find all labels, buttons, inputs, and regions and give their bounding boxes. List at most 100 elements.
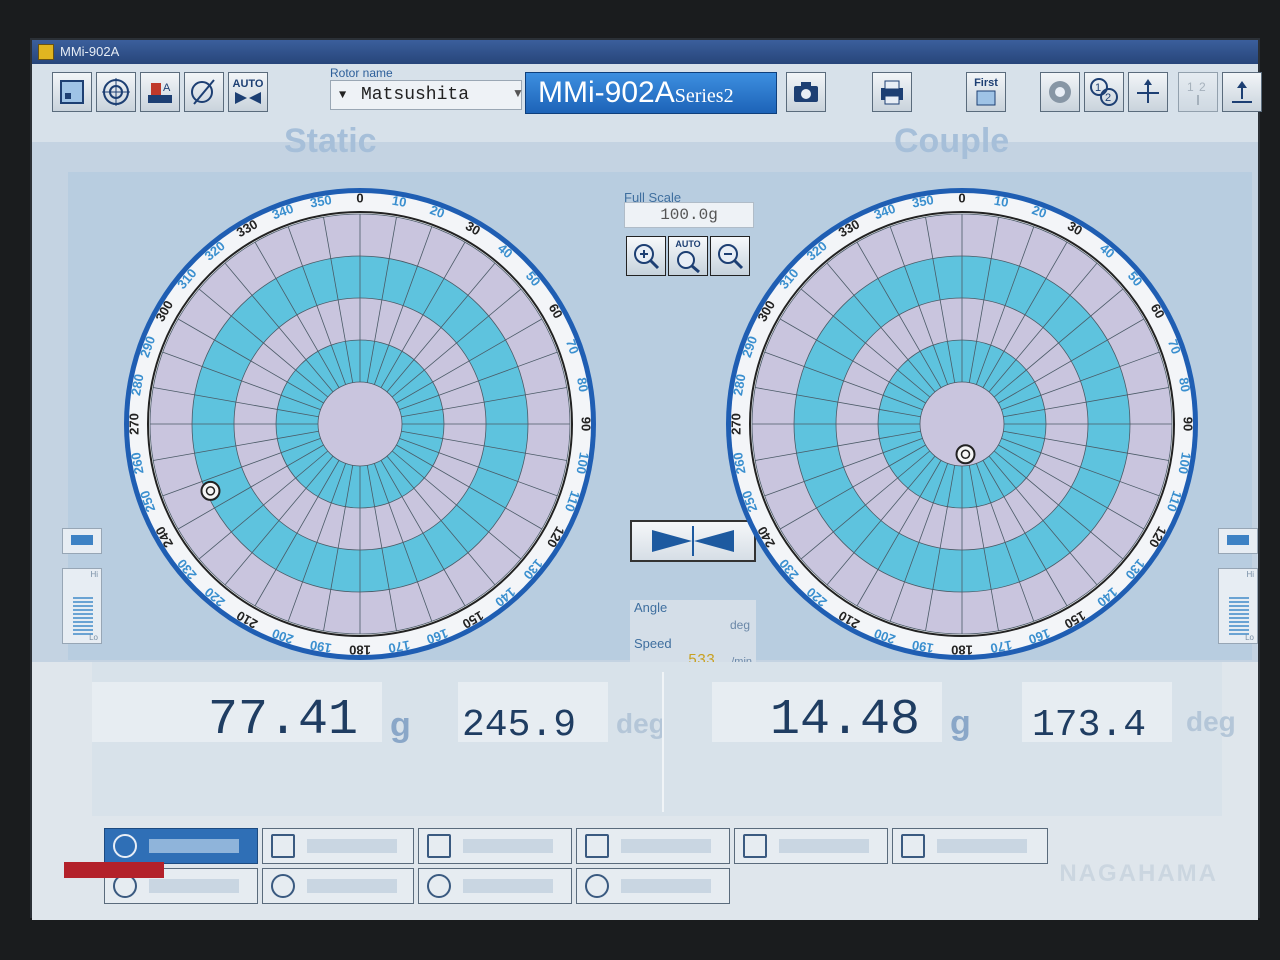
couple-level-meter: Hi Lo bbox=[1218, 528, 1258, 648]
upload-icon bbox=[1232, 81, 1252, 103]
svg-text:A: A bbox=[163, 82, 171, 94]
zoom-auto-button[interactable]: AUTO bbox=[668, 236, 708, 276]
zoom-in-button[interactable] bbox=[626, 236, 666, 276]
statistics-button[interactable] bbox=[418, 828, 572, 864]
two-plane-disabled-button[interactable]: 12 bbox=[1178, 72, 1218, 112]
toolbar: A AUTO Rotor name ▼ Matsushita ▼ MMi-902… bbox=[32, 64, 1262, 142]
couple-angle-value: 173.4 bbox=[1032, 704, 1147, 747]
title-bar: MMi-902A bbox=[32, 40, 1258, 64]
dial-panel: Hi Lo 0 10 20 30 40 50 60 70 80 90 100 110 120 130 140 1… bbox=[62, 172, 1258, 672]
two-plane-button[interactable]: 12 bbox=[1084, 72, 1124, 112]
static-tick-label: 80 bbox=[574, 376, 591, 393]
status-button[interactable] bbox=[576, 828, 730, 864]
static-meter-bar: Hi Lo bbox=[62, 568, 102, 644]
axis-button[interactable] bbox=[1128, 72, 1168, 112]
statistics-label bbox=[463, 839, 553, 853]
couple-tick-label: 90 bbox=[1181, 417, 1196, 431]
settings-button[interactable] bbox=[1040, 72, 1080, 112]
couple-tick-label: 0 bbox=[958, 190, 965, 205]
results-panel: 77.41 g 245.9 deg 14.48 g 173.4 deg bbox=[92, 662, 1236, 816]
machine-button[interactable]: A bbox=[140, 72, 180, 112]
first-button[interactable]: First bbox=[966, 72, 1006, 112]
couple-tick-label: 80 bbox=[1176, 376, 1193, 393]
target-icon bbox=[427, 874, 451, 898]
upload-button[interactable] bbox=[1222, 72, 1262, 112]
window-title: MMi-902A bbox=[60, 44, 120, 59]
machine-icon: A bbox=[148, 82, 172, 103]
zero-adjust-label bbox=[621, 879, 711, 893]
couple-tick-label: 180 bbox=[951, 643, 973, 658]
plane-12-disabled-icon: 12 bbox=[1187, 80, 1206, 105]
brand-logo: NAGAHAMA bbox=[1059, 860, 1218, 887]
axis-icon bbox=[1137, 79, 1159, 103]
measure-run-label bbox=[149, 879, 239, 893]
monitor-key-icon bbox=[901, 834, 925, 858]
phase-button[interactable] bbox=[184, 72, 224, 112]
couple-unbalance-marker bbox=[955, 444, 976, 465]
couple-meter-indicator bbox=[1218, 528, 1258, 554]
static-angle-box: 245.9 deg bbox=[458, 682, 666, 747]
static-title: Static bbox=[284, 122, 377, 160]
machine-settings-button[interactable] bbox=[734, 828, 888, 864]
first-icon bbox=[976, 90, 996, 105]
auto-icon bbox=[235, 91, 261, 104]
auto-button[interactable]: AUTO bbox=[228, 72, 268, 112]
camera-icon bbox=[794, 82, 818, 102]
zoom-in-icon bbox=[634, 244, 660, 270]
chart-icon bbox=[427, 834, 451, 858]
rotor-icon bbox=[271, 834, 295, 858]
svg-text:2: 2 bbox=[1199, 80, 1206, 94]
app-icon bbox=[38, 44, 54, 60]
application-window: MMi-902A A AUTO Rotor name ▼ Matsushita … bbox=[30, 38, 1262, 920]
static-angle-unit: deg bbox=[616, 708, 666, 739]
rotor-name-value: Matsushita bbox=[361, 85, 470, 105]
red-label-tag bbox=[64, 862, 164, 878]
target-icon bbox=[271, 874, 295, 898]
static-tick-label: 180 bbox=[349, 643, 371, 658]
magnifier-icon bbox=[585, 834, 609, 858]
couple-tick-label: 270 bbox=[728, 413, 743, 435]
static-amount-unit: g bbox=[390, 706, 411, 744]
zero-adjust-button[interactable] bbox=[576, 868, 730, 904]
first-label: First bbox=[974, 76, 998, 89]
rotor-name-label: Rotor name bbox=[330, 66, 393, 80]
svg-text:1: 1 bbox=[1187, 80, 1194, 94]
results-divider bbox=[662, 672, 664, 812]
static-tick-label: 270 bbox=[126, 413, 141, 435]
couple-polar-dial: 0 102030405060708090100110120130140150160… bbox=[726, 188, 1198, 660]
zoom-auto-icon bbox=[677, 250, 700, 273]
couple-angle-unit: deg bbox=[1186, 706, 1236, 737]
couple-amount-box: 14.48 g bbox=[712, 682, 971, 749]
measure-screen-button[interactable] bbox=[104, 828, 258, 864]
function-bar: NAGAHAMA bbox=[32, 820, 1258, 920]
display-icon bbox=[60, 80, 84, 104]
static-tick-label: 0 bbox=[356, 190, 363, 205]
svg-text:2: 2 bbox=[1105, 92, 1111, 104]
camera-button[interactable] bbox=[786, 72, 826, 112]
chevron-down-icon[interactable]: ▼ bbox=[512, 86, 524, 100]
angle-label: Angle bbox=[634, 600, 668, 615]
couple-amount-unit: g bbox=[950, 704, 971, 742]
auto-label: AUTO bbox=[232, 77, 264, 90]
rotor-name-select[interactable]: ▼ Matsushita bbox=[330, 80, 522, 110]
couple-meter-bar: Hi Lo bbox=[1218, 568, 1258, 644]
rotor-data-label bbox=[307, 839, 397, 853]
couple-amount-value: 14.48 bbox=[770, 692, 921, 749]
rotor-data-button[interactable] bbox=[262, 828, 414, 864]
static-unbalance-marker bbox=[200, 480, 221, 501]
static-polar-dial: 0 102030405060708090100110120130140150160… bbox=[124, 188, 596, 660]
status-label bbox=[621, 839, 711, 853]
target-icon bbox=[102, 78, 130, 106]
static-amount-value: 77.41 bbox=[208, 692, 359, 749]
measure-target-button[interactable] bbox=[96, 72, 136, 112]
auto-correction-button[interactable] bbox=[262, 868, 414, 904]
model-name: MMi-902A bbox=[538, 76, 675, 109]
measure-screen-label bbox=[149, 839, 239, 853]
plane-12-icon: 12 bbox=[1090, 78, 1118, 106]
maintenance-button[interactable] bbox=[892, 828, 1048, 864]
print-button[interactable] bbox=[872, 72, 912, 112]
display-button[interactable] bbox=[52, 72, 92, 112]
static-level-meter: Hi Lo bbox=[62, 528, 102, 648]
static-tick-label: 90 bbox=[579, 417, 594, 431]
calibration-button[interactable] bbox=[418, 868, 572, 904]
